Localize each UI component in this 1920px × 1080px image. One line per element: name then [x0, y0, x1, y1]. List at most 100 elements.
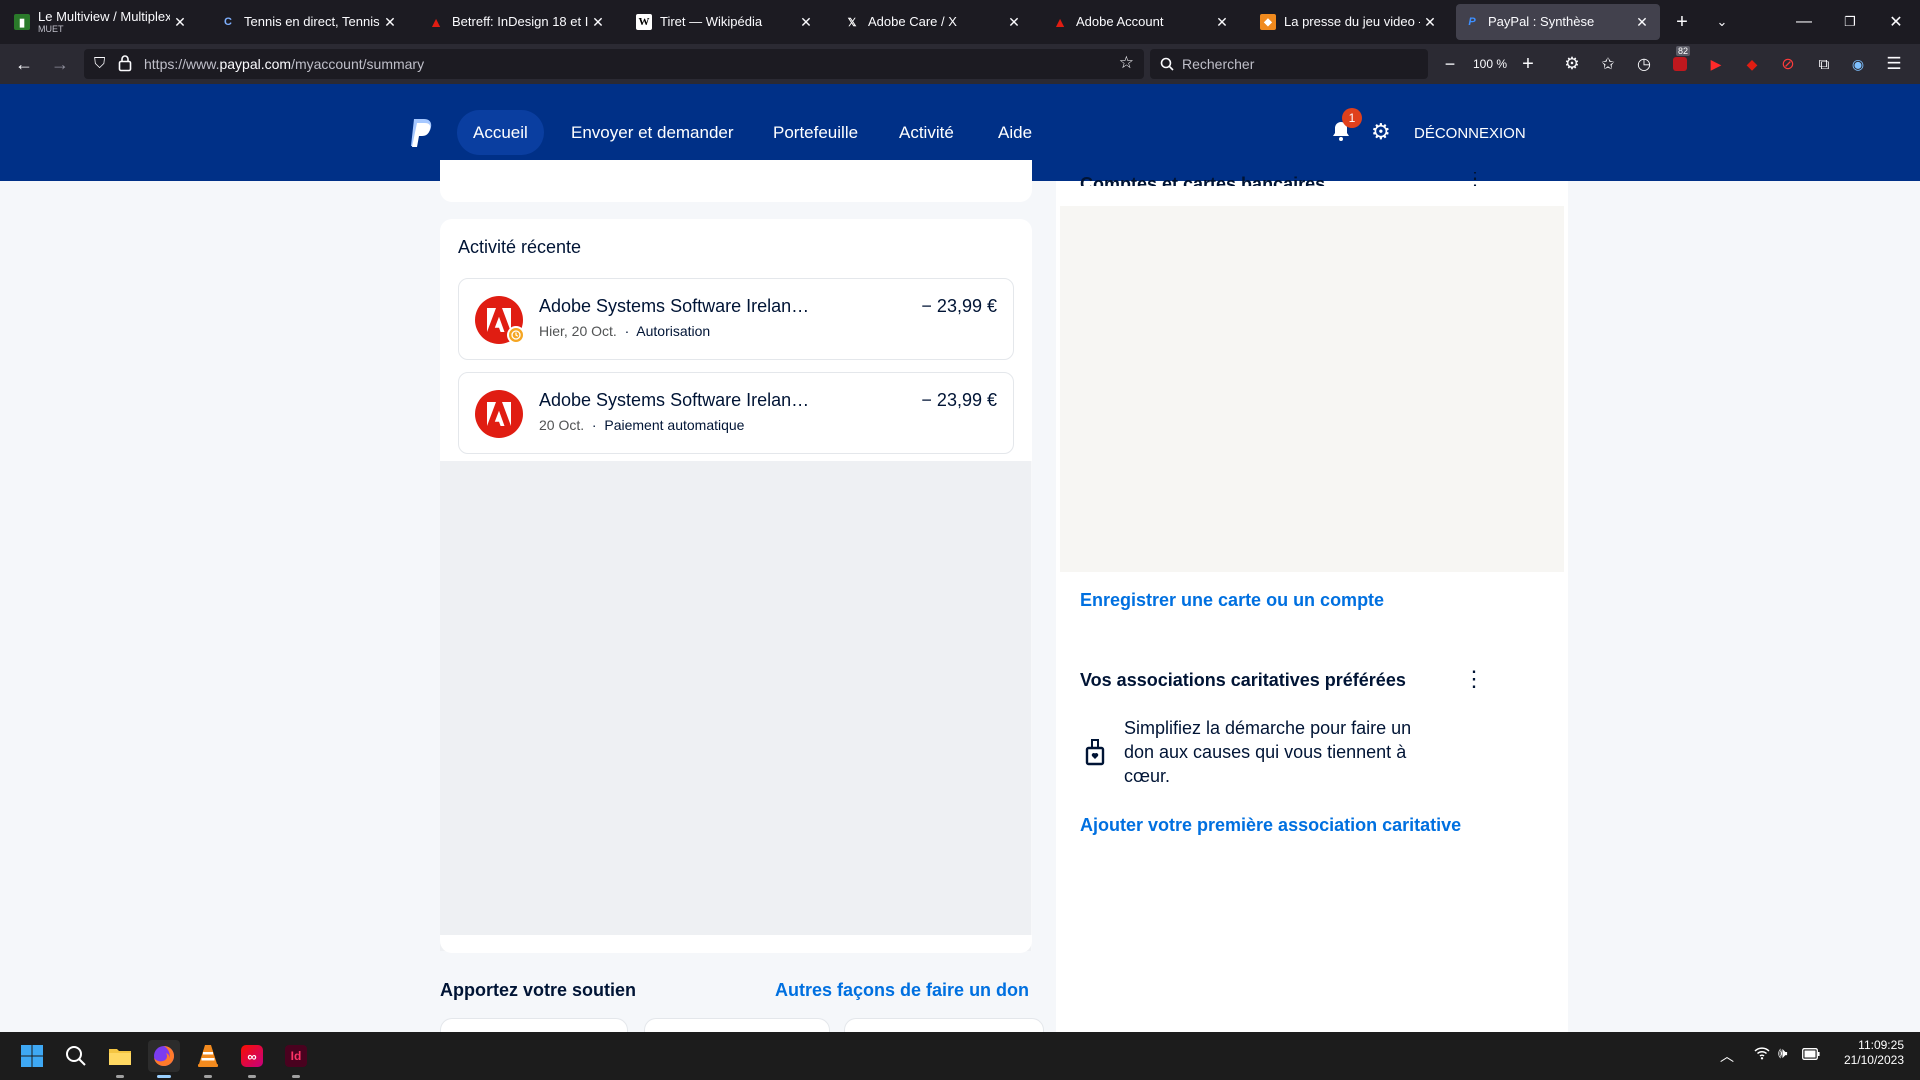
tab-title: Adobe Care / X	[868, 15, 957, 29]
charities-more-icon[interactable]: ⋮	[1463, 666, 1485, 692]
loading-placeholder	[440, 461, 1032, 951]
charities-title: Vos associations caritatives préférées	[1080, 670, 1406, 690]
nav-envoyer-et-demander[interactable]: Envoyer et demander	[555, 110, 750, 155]
tab-title: Tiret — Wikipédia	[660, 15, 763, 29]
multiview-icon: ▮	[14, 14, 30, 30]
list-tabs-icon[interactable]: ⌄	[1708, 10, 1736, 34]
tab-betreff[interactable]: ▲ Betreff: InDesign 18 et InDes ✕	[420, 4, 616, 40]
charity-box-icon	[1084, 736, 1106, 766]
close-tab-icon[interactable]: ✕	[380, 14, 400, 31]
close-window-icon[interactable]: ✕	[1882, 10, 1910, 34]
notification-bell-icon[interactable]: 1	[1330, 108, 1362, 144]
tab-tennis[interactable]: C Tennis en direct, Tennis live, ✕	[212, 4, 408, 40]
transaction-row[interactable]: Adobe Systems Software Irelan… 20 Oct. ·…	[458, 372, 1014, 454]
nav-activite[interactable]: Activité	[883, 110, 970, 155]
accounts-title: Comptes et cartes bancaires	[1080, 174, 1326, 186]
volume-icon[interactable]: 🕪	[1778, 1045, 1787, 1062]
settings-gear-icon[interactable]: ⚙	[1560, 52, 1584, 76]
transaction-amount: − 23,99 €	[921, 296, 997, 316]
youtube-icon[interactable]: ▶	[1704, 52, 1728, 76]
search-icon	[1160, 57, 1174, 71]
system-clock[interactable]: 11:09:25 21/10/2023	[1830, 1038, 1904, 1068]
zoom-out-icon[interactable]: −	[1438, 52, 1462, 76]
search-placeholder: Rechercher	[1182, 56, 1255, 72]
close-tab-icon[interactable]: ✕	[1212, 14, 1232, 31]
tab-title: PayPal : Synthèse	[1488, 15, 1595, 29]
charity-card[interactable]	[644, 1018, 830, 1032]
close-tab-icon[interactable]: ✕	[796, 14, 816, 31]
add-charity-link[interactable]: Ajouter votre première association carit…	[1080, 815, 1461, 836]
tab-multiview[interactable]: ▮ Le Multiview / Multiplex TVMUET ✕	[6, 4, 198, 40]
tab-wikipedia[interactable]: W Tiret — Wikipédia ✕	[628, 4, 824, 40]
new-tab-icon[interactable]: +	[1668, 10, 1696, 34]
forward-icon[interactable]: →	[48, 52, 72, 76]
paypal-logo-icon[interactable]	[408, 117, 434, 149]
profile-icon[interactable]: ◉	[1846, 52, 1870, 76]
lock-icon[interactable]	[118, 54, 132, 74]
tab-title: Adobe Account	[1076, 15, 1164, 29]
notification-count-badge: 1	[1342, 108, 1362, 128]
bookmark-star-icon[interactable]: ☆	[1119, 53, 1134, 73]
charity-card[interactable]	[844, 1018, 1044, 1032]
pocket-icon[interactable]: ◆	[1740, 52, 1764, 76]
block-icon[interactable]: ⊘	[1776, 52, 1800, 76]
zoom-in-icon[interactable]: +	[1516, 52, 1540, 76]
zoom-level[interactable]: 100 %	[1468, 52, 1512, 76]
adobe-logo-icon	[475, 296, 525, 344]
close-tab-icon[interactable]: ✕	[170, 14, 190, 31]
shield-icon[interactable]: ⛉	[94, 55, 105, 72]
close-tab-icon[interactable]: ✕	[1420, 14, 1440, 31]
nav-accueil[interactable]: Accueil	[457, 110, 544, 155]
tab-title: Tennis en direct, Tennis live,	[244, 15, 380, 29]
tab-title: Betreff: InDesign 18 et InDes	[452, 15, 588, 29]
logout-link[interactable]: DÉCONNEXION	[1414, 125, 1526, 142]
windows-start-icon[interactable]	[16, 1040, 48, 1072]
ublock-icon[interactable]: 82	[1668, 46, 1692, 76]
nav-portefeuille[interactable]: Portefeuille	[757, 110, 874, 155]
charities-description: Simplifiez la démarche pour faire un don…	[1124, 718, 1412, 786]
wifi-icon[interactable]	[1754, 1046, 1770, 1063]
tab-adobe-care[interactable]: 𝕏 Adobe Care / X ✕	[836, 4, 1032, 40]
search-bar[interactable]: Rechercher	[1150, 49, 1428, 79]
restore-icon[interactable]: ❐	[1836, 10, 1864, 34]
tab-presse[interactable]: ◆ La presse du jeu video - Pag ✕	[1252, 4, 1448, 40]
more-donation-link[interactable]: Autres façons de faire un don	[775, 980, 1029, 1001]
pending-clock-icon	[507, 326, 525, 344]
accounts-more-icon[interactable]: ⋮	[1465, 172, 1485, 186]
charity-card[interactable]	[440, 1018, 628, 1032]
show-hidden-icons-icon[interactable]: ︿	[1720, 1046, 1734, 1066]
clock-date: 21/10/2023	[1843, 1053, 1904, 1067]
close-tab-icon[interactable]: ✕	[1004, 14, 1024, 31]
tab-title: La presse du jeu video - Pag	[1284, 15, 1420, 29]
minimize-icon[interactable]: —	[1790, 10, 1818, 34]
taskbar-search-icon[interactable]	[60, 1040, 92, 1072]
nav-aide[interactable]: Aide	[982, 110, 1048, 155]
merchant-name: Adobe Systems Software Irelan…	[539, 296, 810, 316]
indesign-icon[interactable]: Id	[280, 1040, 312, 1078]
address-bar[interactable]: ⛉ https://www.paypal.com/myaccount/summa…	[84, 49, 1144, 79]
bookmarks-icon[interactable]: ✩	[1596, 52, 1620, 76]
tab-paypal[interactable]: P PayPal : Synthèse ✕	[1456, 4, 1660, 40]
back-icon[interactable]: ←	[12, 52, 36, 76]
battery-icon[interactable]	[1802, 1047, 1820, 1065]
adobe-icon: ▲	[1053, 14, 1067, 30]
support-title: Apportez votre soutien	[440, 980, 637, 1000]
settings-gear-icon[interactable]: ⚙	[1371, 121, 1391, 143]
close-tab-icon[interactable]: ✕	[1632, 14, 1652, 31]
firefox-icon[interactable]	[148, 1040, 180, 1078]
clock-time: 11:09:25	[1858, 1038, 1904, 1052]
url-text[interactable]: https://www.paypal.com/myaccount/summary	[144, 56, 424, 72]
transaction-row[interactable]: Adobe Systems Software Irelan… Hier, 20 …	[458, 278, 1014, 360]
extensions-icon[interactable]: ⧉	[1812, 52, 1836, 76]
wikipedia-icon: W	[636, 14, 652, 30]
close-tab-icon[interactable]: ✕	[588, 14, 608, 31]
menu-icon[interactable]: ☰	[1882, 52, 1906, 76]
tab-adobe-account[interactable]: ▲ Adobe Account ✕	[1044, 4, 1240, 40]
creative-cloud-icon[interactable]: ∞	[236, 1040, 268, 1078]
transaction-meta: 20 Oct. · Paiement automatique	[539, 417, 745, 433]
previous-card-bottom	[440, 160, 1032, 202]
vlc-icon[interactable]	[192, 1040, 224, 1078]
file-explorer-icon[interactable]	[104, 1040, 136, 1078]
add-card-link[interactable]: Enregistrer une carte ou un compte	[1080, 590, 1384, 611]
history-icon[interactable]: ◷	[1632, 52, 1656, 76]
